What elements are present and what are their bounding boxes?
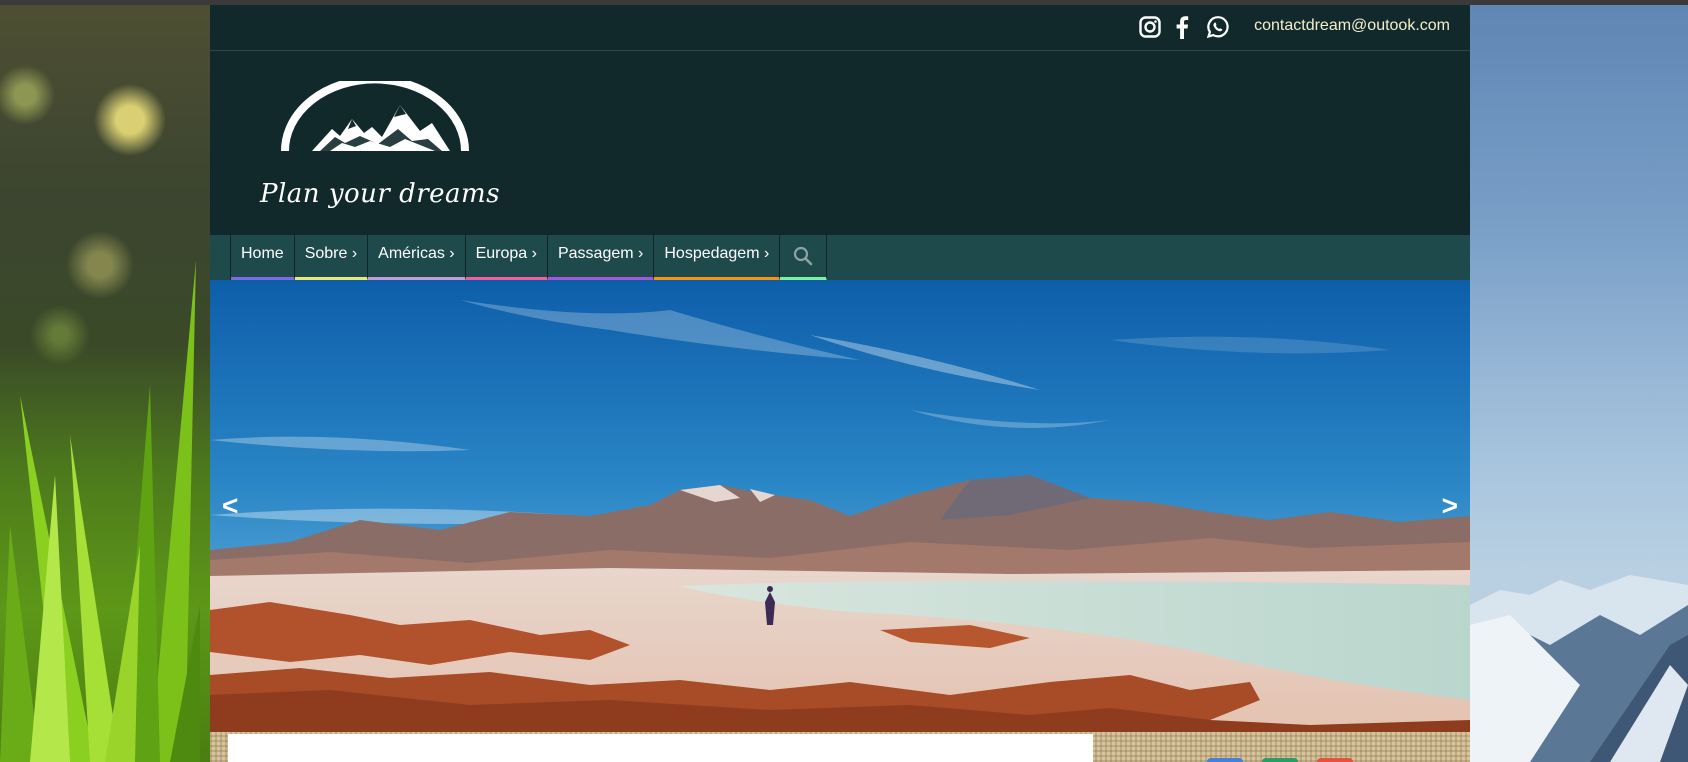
share-button-blue[interactable] — [1207, 758, 1243, 762]
mountain-logo-icon — [281, 75, 469, 152]
share-button-red[interactable] — [1317, 758, 1353, 762]
share-button-green[interactable] — [1262, 758, 1298, 762]
nav-search-button[interactable] — [780, 235, 828, 281]
top-bar: contactdream@outook.com — [210, 5, 1470, 51]
page-container: contactdream@outook.com Plan your dreams… — [210, 5, 1470, 762]
nav-item-home[interactable]: Home — [231, 235, 295, 281]
slider-next-button[interactable]: > — [1442, 490, 1458, 522]
nav-item-americas[interactable]: Américas › — [368, 235, 466, 281]
slider-prev-button[interactable]: < — [222, 490, 238, 522]
whatsapp-link[interactable] — [1205, 14, 1231, 40]
snowy-mountains — [1470, 575, 1688, 762]
instagram-link[interactable] — [1137, 14, 1163, 40]
site-logo[interactable]: Plan your dreams — [260, 75, 501, 209]
background-grass-image — [0, 5, 210, 762]
nav-item-europa[interactable]: Europa › — [465, 235, 548, 281]
site-header: Plan your dreams — [210, 51, 1470, 235]
content-area — [210, 732, 1470, 762]
instagram-icon — [1139, 16, 1161, 38]
background-mountain-image — [1470, 5, 1688, 762]
nav-item-passagem[interactable]: Passagem › — [547, 235, 655, 281]
post-card — [228, 734, 1093, 762]
hero-slider: < > — [210, 280, 1470, 732]
grass-blades — [0, 260, 200, 762]
facebook-icon — [1176, 16, 1189, 39]
nav-menu: Home Sobre › Américas › Europa › Passage… — [230, 235, 828, 281]
hero-slide-image — [210, 280, 1470, 732]
main-navigation: Home Sobre › Américas › Europa › Passage… — [210, 235, 1470, 281]
search-icon — [794, 246, 813, 266]
whatsapp-icon — [1206, 16, 1229, 39]
logo-text: Plan your dreams — [260, 179, 501, 209]
nav-item-sobre[interactable]: Sobre › — [294, 235, 369, 281]
nav-item-hospedagem[interactable]: Hospedagem › — [654, 235, 781, 281]
contact-email[interactable]: contactdream@outook.com — [1254, 17, 1450, 35]
facebook-link[interactable] — [1173, 14, 1191, 40]
